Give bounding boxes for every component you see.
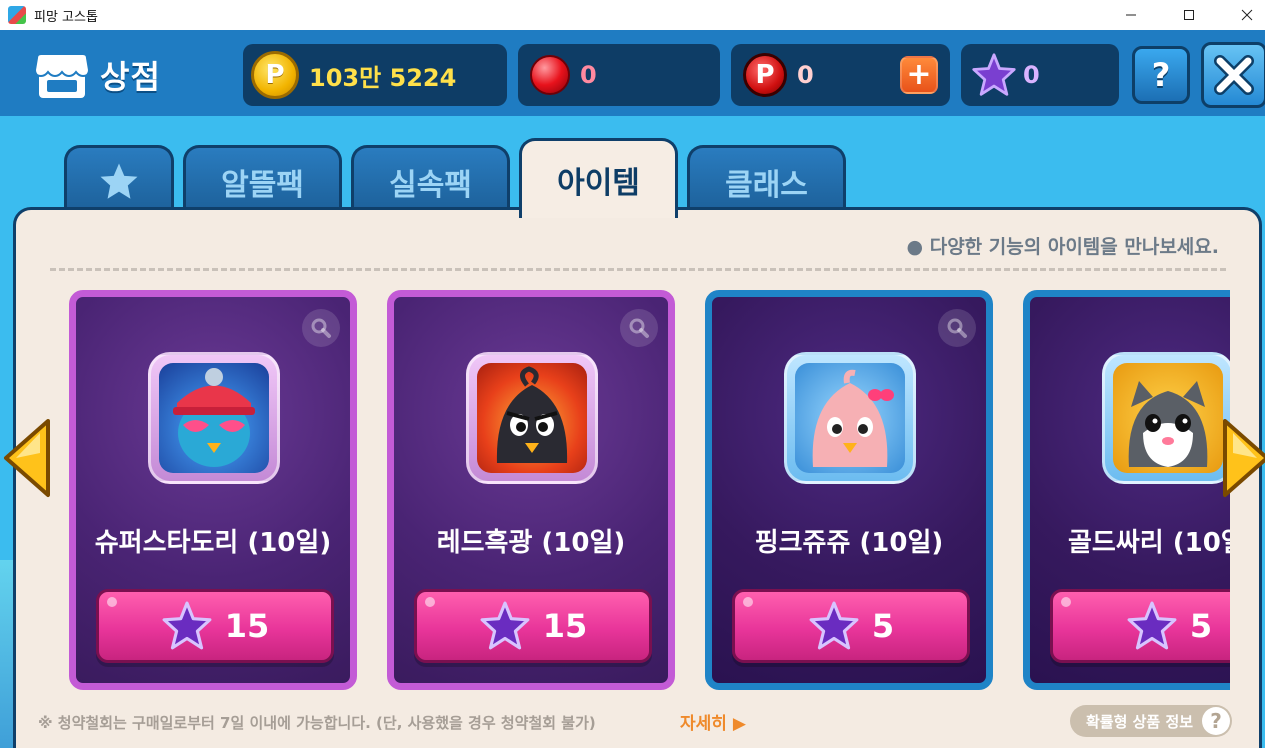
tab-economy-pack[interactable]: 실속팩	[351, 145, 510, 215]
help-button[interactable]: ?	[1132, 46, 1190, 104]
star-icon	[1127, 601, 1177, 650]
carousel-prev-button[interactable]	[0, 415, 54, 501]
window-titlebar: 피망 고스톱	[0, 0, 1265, 30]
probability-info-button[interactable]: 확률형 상품 정보 ?	[1070, 705, 1232, 737]
buy-button[interactable]: 15	[414, 589, 652, 663]
item-carousel: 슈퍼스타도리 (10일) 15 레드흑광 (10일) 15 핑크쥬쥬 (10일)…	[56, 282, 1230, 702]
zoom-button[interactable]	[938, 309, 976, 347]
shop-icon	[33, 52, 91, 100]
gold-ssari-character-icon	[1128, 381, 1208, 467]
star-balance: 0	[961, 44, 1119, 106]
charge-plus-button[interactable]: +	[900, 56, 938, 94]
magnifier-icon	[311, 318, 331, 338]
details-link[interactable]: 자세히 ▶	[680, 709, 746, 734]
zoom-button[interactable]	[302, 309, 340, 347]
star-icon	[480, 601, 530, 650]
pink-jujju-character-icon	[812, 369, 894, 467]
item-name: 슈퍼스타도리 (10일)	[94, 528, 332, 558]
question-icon: ?	[1202, 707, 1230, 735]
item-card[interactable]: 핑크쥬쥬 (10일) 5	[705, 290, 993, 690]
tab-favorites[interactable]	[64, 145, 174, 215]
window-title: 피망 고스톱	[34, 9, 98, 25]
maximize-button[interactable]	[1166, 0, 1212, 30]
item-price: 5	[1189, 607, 1213, 645]
close-x-icon	[1214, 55, 1254, 95]
star-icon	[972, 53, 1016, 96]
shop-close-button[interactable]	[1201, 42, 1265, 108]
gold-value: 103만 5224	[309, 63, 457, 92]
item-avatar	[784, 352, 916, 484]
gold-balance: 103만 5224	[243, 44, 507, 106]
item-price: 5	[871, 607, 895, 645]
buy-button[interactable]: 5	[1050, 589, 1230, 663]
refund-policy-note: ※ 청약철회는 구매일로부터 7일 이내에 가능합니다. (단, 사용했을 경우…	[38, 714, 596, 732]
ruby-balance: 0	[518, 44, 720, 106]
arrow-left-icon	[4, 419, 50, 497]
tab-items[interactable]: 아이템	[519, 138, 678, 218]
item-avatar	[1102, 352, 1230, 484]
divider	[50, 268, 1226, 271]
magnifier-icon	[947, 318, 967, 338]
ppoint-value: 0	[797, 61, 814, 89]
superstar-dori-character-icon	[173, 368, 255, 467]
carousel-next-button[interactable]	[1219, 415, 1265, 501]
star-value: 0	[1023, 61, 1040, 89]
arrow-right-icon	[1223, 419, 1265, 497]
item-avatar	[148, 352, 280, 484]
plus-icon: +	[906, 57, 932, 92]
magnifier-icon	[629, 318, 649, 338]
ppoint-balance: 0 +	[731, 44, 950, 106]
item-price: 15	[224, 607, 270, 645]
item-name: 레드흑광 (10일)	[436, 528, 626, 558]
gold-coin-icon	[251, 51, 299, 99]
tab-value-pack[interactable]: 알뜰팩	[183, 145, 342, 215]
star-icon	[809, 601, 859, 650]
star-icon	[100, 163, 138, 199]
help-icon: ?	[1151, 56, 1171, 94]
red-black-character-icon	[496, 366, 568, 463]
panel-hint: ● 다양한 기능의 아이템을 만나보세요.	[906, 236, 1219, 258]
ruby-value: 0	[580, 61, 597, 89]
p-point-icon	[743, 53, 787, 97]
star-icon	[162, 601, 212, 650]
window-close-button[interactable]	[1224, 0, 1265, 30]
minimize-button[interactable]	[1108, 0, 1154, 30]
item-avatar	[466, 352, 598, 484]
close-icon	[1241, 9, 1253, 21]
item-name: 핑크쥬쥬 (10일)	[754, 528, 944, 558]
items-panel: ● 다양한 기능의 아이템을 만나보세요. 슈퍼스타도리 (10일) 15 레드…	[13, 207, 1262, 748]
app-icon	[8, 6, 26, 24]
buy-button[interactable]: 5	[732, 589, 970, 663]
zoom-button[interactable]	[620, 309, 658, 347]
item-card[interactable]: 골드싸리 (10일) 5	[1023, 290, 1230, 690]
buy-button[interactable]: 15	[96, 589, 334, 663]
item-name: 골드싸리 (10일)	[1068, 528, 1230, 558]
item-price: 15	[542, 607, 588, 645]
page-title: 상점	[100, 58, 161, 96]
probability-info-label: 확률형 상품 정보	[1086, 712, 1194, 731]
maximize-icon	[1184, 10, 1194, 20]
item-card[interactable]: 레드흑광 (10일) 15	[387, 290, 675, 690]
tab-class[interactable]: 클래스	[687, 145, 846, 215]
ruby-icon	[530, 55, 570, 95]
item-card[interactable]: 슈퍼스타도리 (10일) 15	[69, 290, 357, 690]
minimize-icon	[1126, 14, 1136, 16]
